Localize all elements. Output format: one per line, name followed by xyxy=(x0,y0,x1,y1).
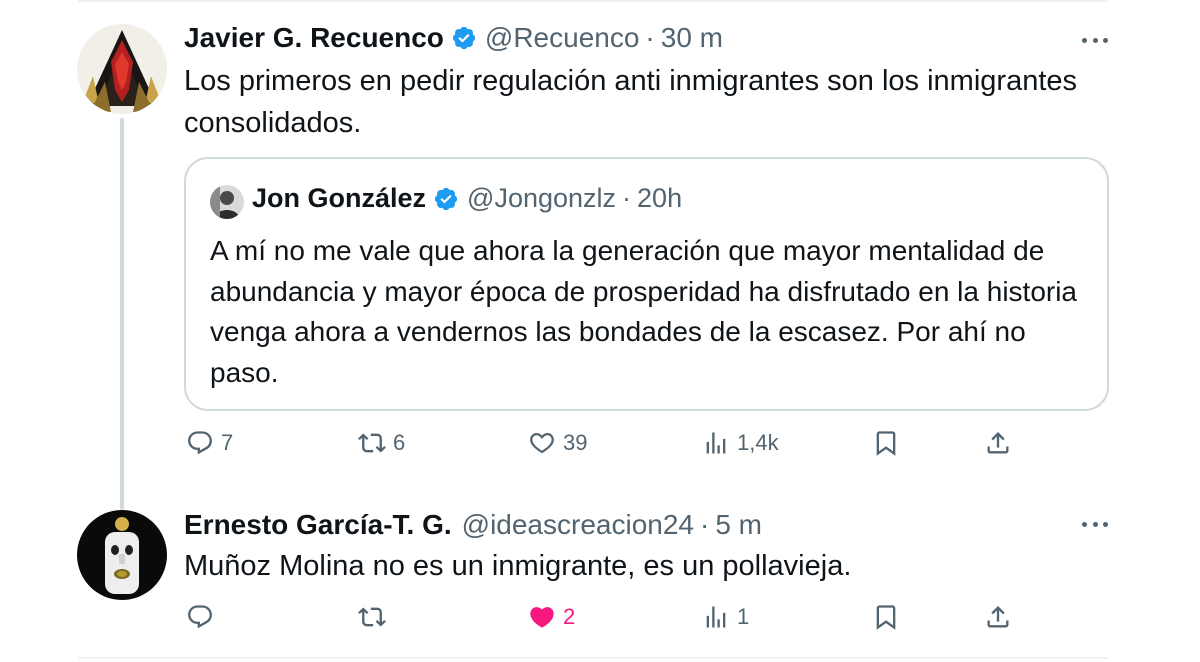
repost-button[interactable] xyxy=(358,603,393,631)
views-icon xyxy=(706,606,726,628)
avatar-ernesto[interactable] xyxy=(77,510,167,600)
share-button[interactable] xyxy=(984,603,1012,631)
bottom-divider xyxy=(78,657,1108,659)
repost-count: 6 xyxy=(393,430,406,455)
more-icon[interactable] xyxy=(1082,35,1108,45)
top-divider xyxy=(78,0,1108,2)
separator-dot: · xyxy=(699,509,710,540)
quoted-tweet-card[interactable]: Jon González @Jongonzlz · 20h A mí no me… xyxy=(184,157,1109,411)
reply-count: 7 xyxy=(221,430,234,455)
like-count: 39 xyxy=(563,430,588,455)
tweet-text: Los primeros en pedir regulación anti in… xyxy=(184,65,1078,139)
separator-dot: · xyxy=(645,22,655,53)
verified-badge-icon xyxy=(452,26,476,50)
like-count: 2 xyxy=(563,604,576,629)
avatar-jon[interactable] xyxy=(210,185,244,219)
reply-icon xyxy=(188,431,212,455)
share-icon xyxy=(987,432,1009,454)
author-name[interactable]: Ernesto García-T. G. xyxy=(184,509,452,541)
quoted-author-handle: @Jongonzlz xyxy=(467,183,617,213)
views-count: 1,4k xyxy=(737,430,779,455)
author-handle[interactable]: @ideascreacion24 xyxy=(462,509,694,541)
like-button[interactable]: 2 xyxy=(528,603,575,631)
reply-icon xyxy=(188,605,212,629)
views-count: 1 xyxy=(737,604,750,629)
views-icon xyxy=(706,432,726,454)
more-icon[interactable] xyxy=(1082,519,1108,529)
repost-icon xyxy=(358,607,386,627)
share-icon xyxy=(987,606,1009,628)
like-filled-icon xyxy=(530,607,554,628)
repost-icon xyxy=(358,433,386,453)
quoted-author-name: Jon González xyxy=(252,183,427,213)
timestamp[interactable]: 5 m xyxy=(715,509,762,541)
avatar-javier[interactable] xyxy=(77,24,167,114)
reply-button[interactable]: 7 xyxy=(186,429,233,457)
timestamp[interactable]: 30 m xyxy=(661,22,723,54)
author-name[interactable]: Javier G. Recuenco xyxy=(184,22,444,54)
quoted-timestamp: 20h xyxy=(637,183,683,213)
reply-button[interactable] xyxy=(186,603,221,631)
views-button[interactable]: 1,4k xyxy=(702,429,779,457)
like-button[interactable]: 39 xyxy=(528,429,587,457)
separator-dot: · xyxy=(622,183,632,213)
tweet-text: Muñoz Molina no es un inmigrante, es un … xyxy=(184,550,852,582)
thread-connector-line xyxy=(120,118,124,510)
repost-button[interactable]: 6 xyxy=(358,429,405,457)
author-handle[interactable]: @Recuenco xyxy=(485,22,640,54)
verified-badge-icon xyxy=(434,187,458,210)
bookmark-icon xyxy=(876,431,896,456)
bookmark-button[interactable] xyxy=(872,603,900,631)
quoted-tweet-text: A mí no me vale que ahora la generación … xyxy=(210,235,1078,388)
share-button[interactable] xyxy=(984,429,1012,457)
like-icon xyxy=(530,432,554,454)
views-button[interactable]: 1 xyxy=(702,603,749,631)
bookmark-icon xyxy=(876,605,896,630)
bookmark-button[interactable] xyxy=(872,429,900,457)
